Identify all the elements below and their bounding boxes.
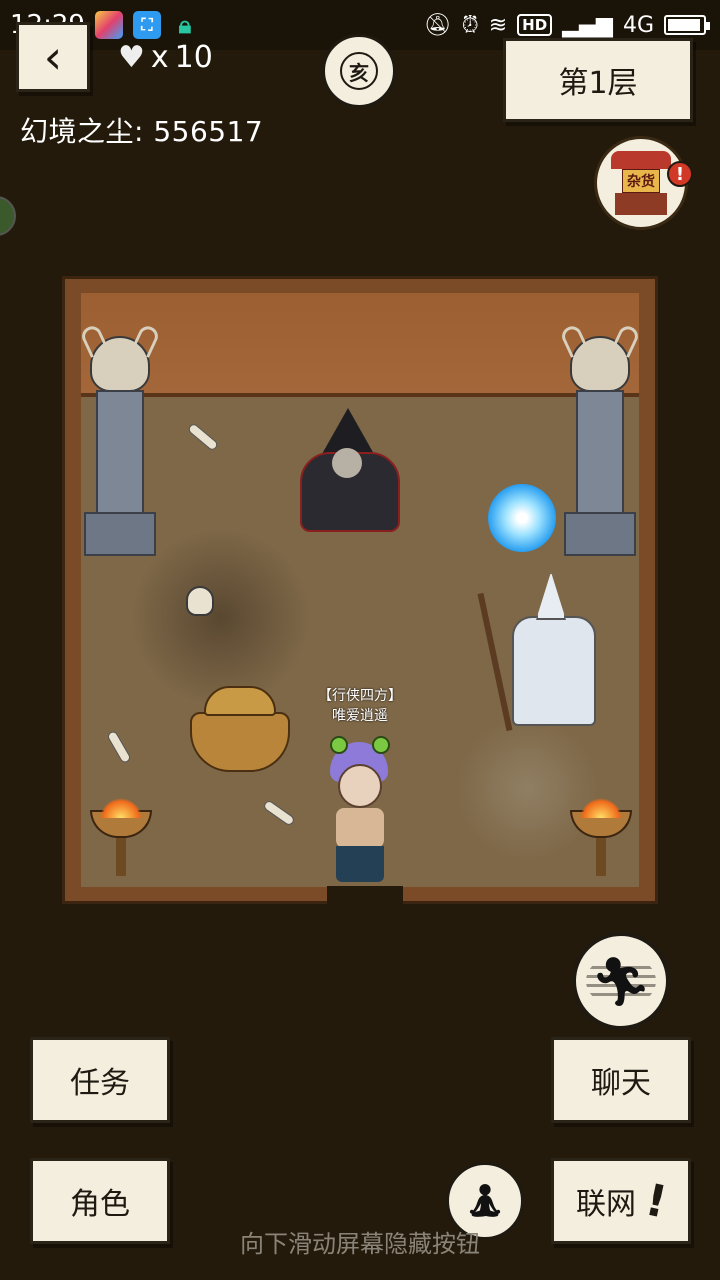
pillar-shaft bbox=[96, 390, 144, 516]
hearts-prefix: x bbox=[150, 40, 169, 75]
white-priest-npc[interactable] bbox=[477, 572, 628, 732]
floor-label: 第1层 bbox=[558, 66, 638, 101]
brazier-leg bbox=[596, 836, 606, 876]
network-label: 联网 bbox=[575, 1187, 636, 1222]
room-back-wall bbox=[81, 293, 639, 397]
chat-label: 聊天 bbox=[591, 1066, 651, 1101]
fire-icon bbox=[100, 798, 142, 818]
pillar-base bbox=[84, 512, 156, 556]
app-notification-icon bbox=[94, 11, 123, 39]
incense-cauldron[interactable] bbox=[182, 676, 298, 786]
fire-icon bbox=[580, 798, 622, 818]
skull-pillar-left bbox=[84, 336, 156, 556]
dust-value: 556517 bbox=[153, 115, 264, 148]
battery-icon bbox=[664, 15, 710, 35]
hearts-count: 10 bbox=[174, 40, 213, 75]
floor-button[interactable]: 第1层 bbox=[503, 38, 693, 122]
pillar-base bbox=[564, 512, 636, 556]
player-torso bbox=[336, 808, 384, 848]
skull-pillar-right bbox=[564, 336, 636, 556]
player-pants bbox=[336, 846, 384, 882]
cauldron-lid bbox=[204, 686, 276, 716]
task-label: 任务 bbox=[70, 1066, 130, 1101]
screenshot-icon: ⛶ bbox=[132, 11, 161, 39]
frog-ear-icon bbox=[330, 736, 348, 754]
hearts-counter: ♥ x 10 bbox=[118, 40, 213, 75]
fire-brazier-right bbox=[570, 798, 632, 880]
zodiac-hour-icon[interactable]: 亥 bbox=[322, 34, 396, 108]
shadow-witch-enemy[interactable] bbox=[280, 408, 420, 548]
signal-icon: ▂▄▆ bbox=[562, 12, 613, 38]
frog-ear-icon bbox=[372, 736, 390, 754]
blue-portal-orb[interactable] bbox=[488, 484, 556, 552]
shop-button[interactable]: 杂货 ! bbox=[594, 136, 693, 230]
player-name: 唯爱逍遥 bbox=[332, 708, 388, 724]
chat-button[interactable]: 聊天 bbox=[551, 1037, 691, 1123]
mute-icon: 🔕︎ bbox=[423, 12, 452, 38]
shop-roof-icon bbox=[611, 151, 671, 169]
player-head bbox=[338, 764, 382, 808]
player-title: 【行侠四方】 bbox=[318, 688, 402, 704]
player-nameplate: 【行侠四方】 唯爱逍遥 bbox=[290, 686, 430, 726]
ox-skull-icon bbox=[570, 336, 630, 392]
network-alert-icon: ! bbox=[640, 1173, 672, 1229]
room-exit-door[interactable] bbox=[327, 886, 403, 904]
task-button[interactable]: 任务 bbox=[30, 1037, 170, 1123]
network-type: 4G bbox=[622, 12, 654, 38]
ox-skull-icon bbox=[90, 336, 150, 392]
alarm-icon: ⏰︎ bbox=[461, 12, 479, 38]
priest-robe bbox=[512, 616, 596, 726]
flee-button[interactable]: 🏃︎ bbox=[572, 932, 670, 1030]
hide-buttons-hint: 向下滑动屏幕隐藏按钮 bbox=[240, 1230, 480, 1258]
hd-badge: HD bbox=[517, 14, 553, 36]
back-arrow-icon: ‹ bbox=[43, 30, 63, 84]
brazier-leg bbox=[116, 836, 126, 876]
back-button[interactable]: ‹ bbox=[16, 22, 90, 92]
shop-alert-icon: ! bbox=[667, 161, 693, 187]
priest-hat bbox=[536, 572, 566, 620]
zodiac-char: 亥 bbox=[340, 52, 378, 90]
witch-face bbox=[332, 448, 362, 478]
run-icon: 🏃︎ bbox=[590, 953, 652, 1010]
priest-staff bbox=[477, 592, 513, 732]
pillar-shaft bbox=[576, 390, 624, 516]
cauldron-pot bbox=[190, 712, 290, 772]
meditate-icon: 🧘︎ bbox=[463, 1181, 507, 1221]
role-label: 角色 bbox=[70, 1187, 130, 1222]
skull-decoration bbox=[186, 586, 214, 616]
side-drawer-tab[interactable] bbox=[0, 196, 16, 236]
shop-sign: 杂货 bbox=[622, 169, 660, 193]
dust-label: 幻境之尘: bbox=[20, 115, 144, 148]
status-right: 🔕︎ ⏰︎ ≋ HD ▂▄▆ 4G bbox=[423, 12, 710, 38]
fire-brazier-left bbox=[90, 798, 152, 880]
shop-body-icon bbox=[615, 193, 667, 215]
player-character[interactable] bbox=[322, 736, 398, 888]
lock-icon: 🔒︎ bbox=[178, 11, 192, 39]
dust-counter: 幻境之尘: 556517 bbox=[20, 110, 263, 150]
wifi-icon: ≋ bbox=[488, 12, 508, 38]
heart-icon: ♥ bbox=[118, 40, 145, 75]
